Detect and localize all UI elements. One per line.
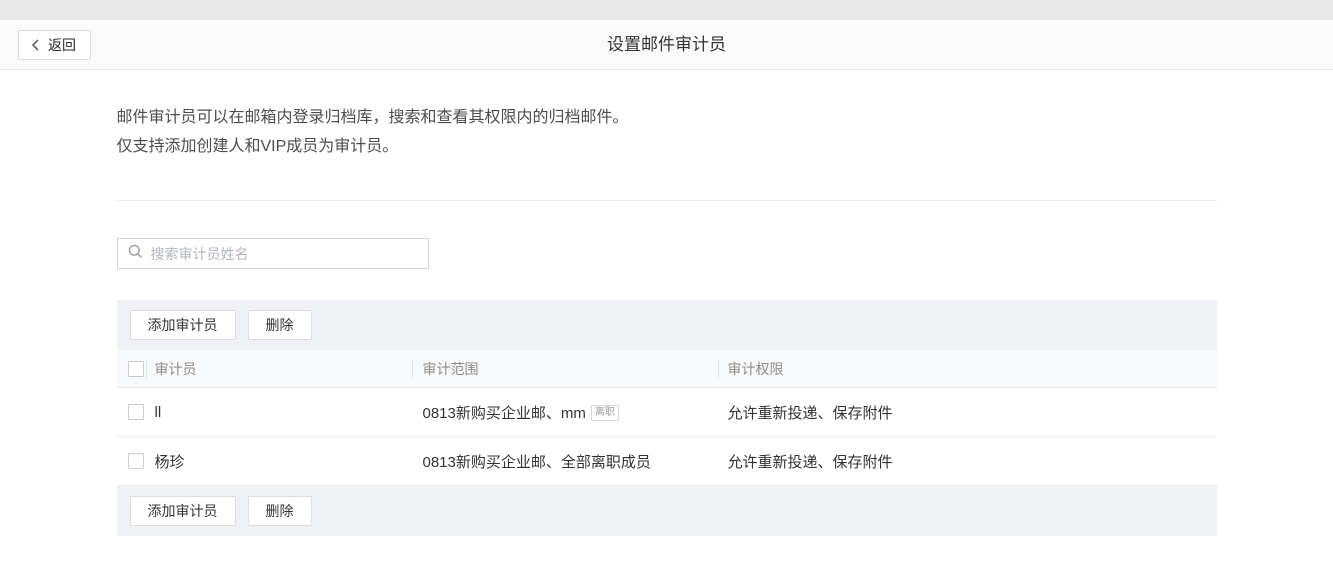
toolbar-top: 添加审计员 删除 xyxy=(117,300,1217,350)
intro-line-1: 邮件审计员可以在邮箱内登录归档库，搜索和查看其权限内的归档邮件。 xyxy=(117,103,1217,132)
table-row: 杨珍 0813新购买企业邮、全部离职成员 允许重新投递、保存附件 xyxy=(117,437,1217,486)
audit-scope-cell: 0813新购买企业邮、全部离职成员 xyxy=(412,437,718,485)
back-button-label: 返回 xyxy=(48,35,76,55)
column-header-auditor: 审计员 xyxy=(146,350,412,387)
back-button[interactable]: 返回 xyxy=(18,30,91,60)
auditor-name-cell: 杨珍 xyxy=(146,437,412,485)
row-checkbox-cell xyxy=(117,404,146,420)
add-auditor-button[interactable]: 添加审计员 xyxy=(130,310,236,340)
auditor-name-cell: ll xyxy=(146,388,412,436)
column-header-permissions: 审计权限 xyxy=(718,350,1217,387)
section-divider xyxy=(117,200,1217,201)
delete-button[interactable]: 删除 xyxy=(248,310,312,340)
table-header: 审计员 审计范围 审计权限 xyxy=(117,350,1217,388)
main-content: 邮件审计员可以在邮箱内登录归档库，搜索和查看其权限内的归档邮件。 仅支持添加创建… xyxy=(117,103,1217,536)
page-title: 设置邮件审计员 xyxy=(0,20,1333,69)
search-icon xyxy=(128,244,143,264)
table-row: ll 0813新购买企业邮、mm 离职 允许重新投递、保存附件 xyxy=(117,388,1217,437)
audit-scope-text: 0813新购买企业邮、全部离职成员 xyxy=(423,451,651,472)
resigned-status-badge: 离职 xyxy=(591,405,619,421)
row-select-checkbox[interactable] xyxy=(128,453,144,469)
intro-line-2: 仅支持添加创建人和VIP成员为审计员。 xyxy=(117,132,1217,161)
row-select-checkbox[interactable] xyxy=(128,404,144,420)
audit-scope-cell: 0813新购买企业邮、mm 离职 xyxy=(412,388,718,436)
toolbar-bottom: 添加审计员 删除 xyxy=(117,486,1217,536)
search-input[interactable] xyxy=(151,246,418,262)
audit-scope-text: 0813新购买企业邮、mm xyxy=(423,402,586,423)
top-strip xyxy=(0,0,1333,20)
row-checkbox-cell xyxy=(117,453,146,469)
search-box[interactable] xyxy=(117,238,429,269)
chevron-left-icon xyxy=(30,39,41,51)
delete-button[interactable]: 删除 xyxy=(248,496,312,526)
column-header-scope: 审计范围 xyxy=(412,350,718,387)
audit-permissions-cell: 允许重新投递、保存附件 xyxy=(718,388,1217,436)
header-checkbox-cell xyxy=(117,361,146,377)
select-all-checkbox[interactable] xyxy=(128,361,144,377)
add-auditor-button[interactable]: 添加审计员 xyxy=(130,496,236,526)
audit-permissions-cell: 允许重新投递、保存附件 xyxy=(718,437,1217,485)
intro-text: 邮件审计员可以在邮箱内登录归档库，搜索和查看其权限内的归档邮件。 仅支持添加创建… xyxy=(117,103,1217,161)
page-header: 返回 设置邮件审计员 xyxy=(0,20,1333,70)
